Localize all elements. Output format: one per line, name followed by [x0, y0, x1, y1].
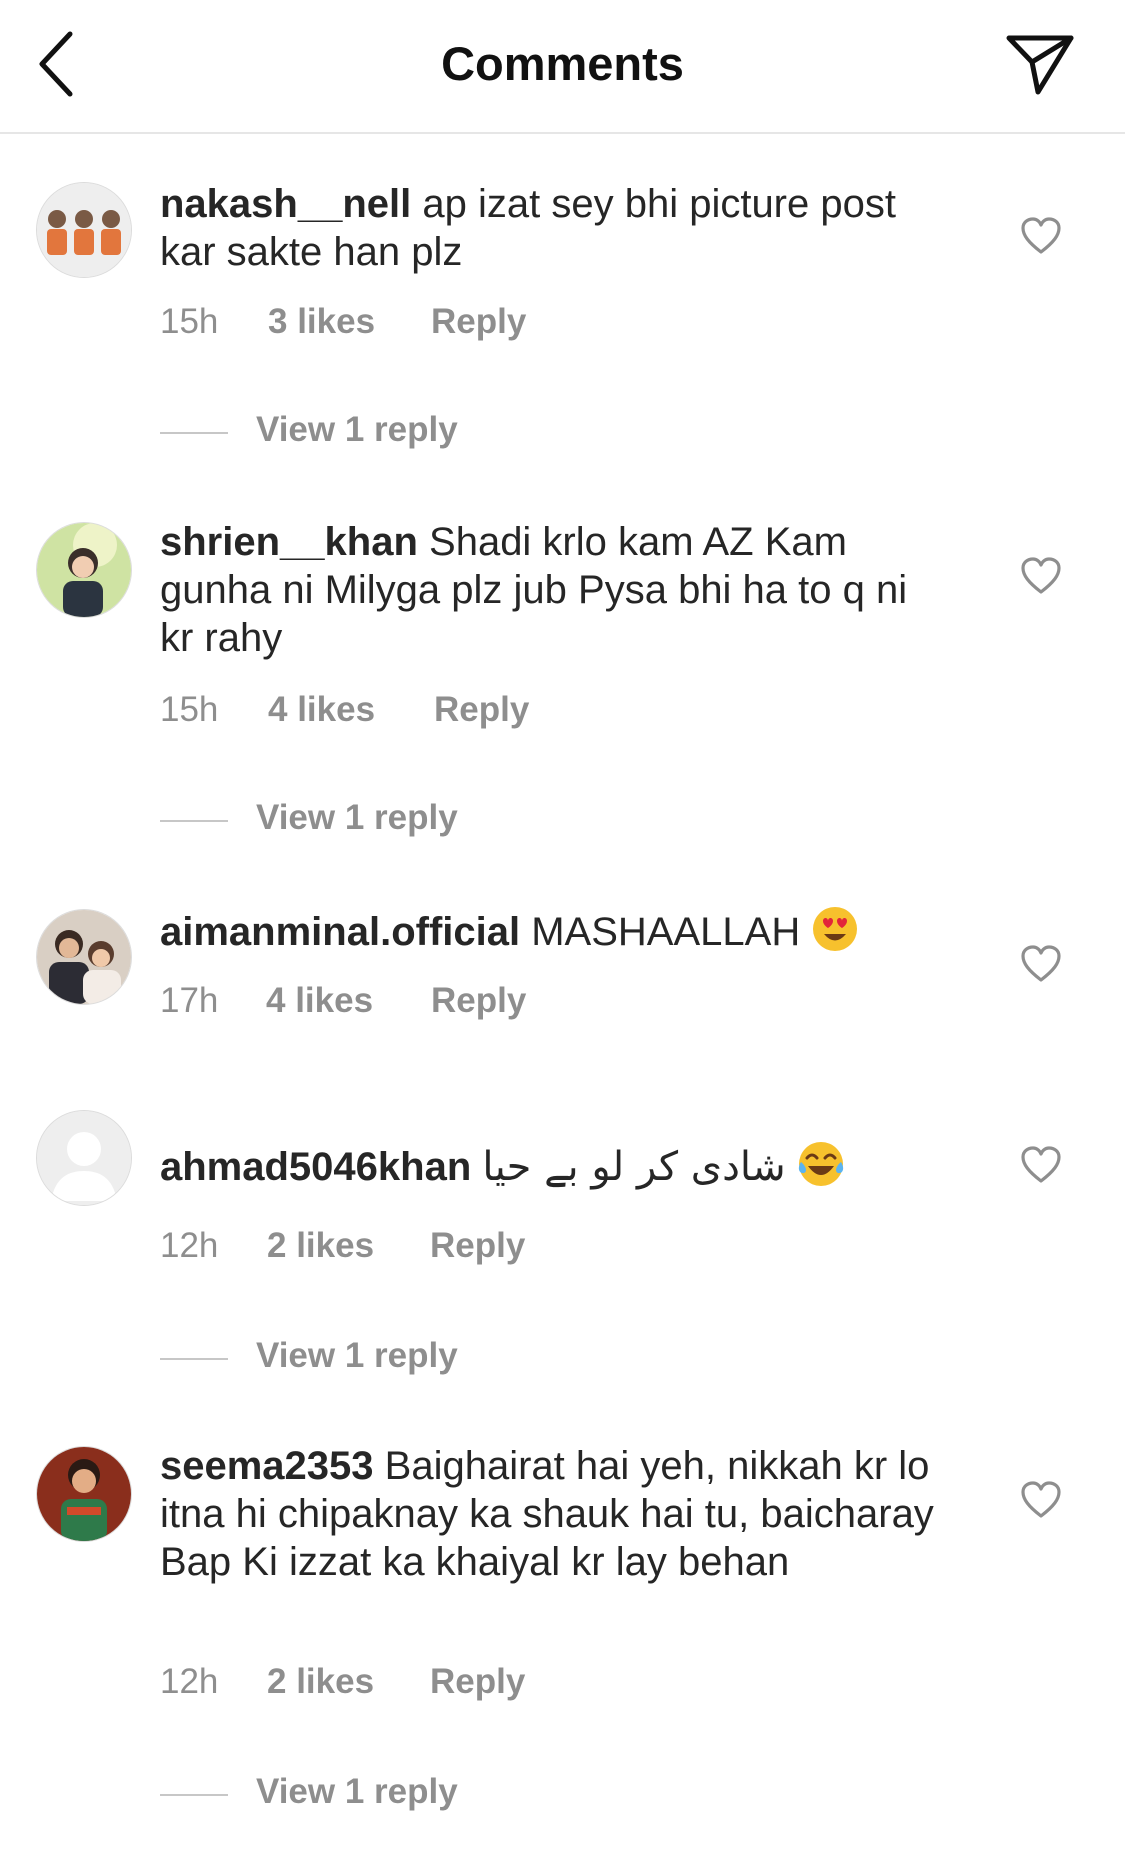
laughing-tears-emoji [798, 1142, 843, 1186]
reply-divider [160, 1358, 228, 1360]
comment-text: shrien__khan Shadi krlo kam AZ Kam gunha… [160, 518, 950, 662]
comment-text: seema2353 Baighairat hai yeh, nikkah kr … [160, 1442, 950, 1586]
reply-divider [160, 432, 228, 434]
heart-eyes-emoji [813, 907, 858, 951]
like-button[interactable] [1020, 216, 1062, 256]
heart-icon [1021, 217, 1061, 254]
avatar-image [37, 183, 131, 277]
comment-likes[interactable]: 2 likes [267, 1226, 374, 1266]
avatar-image [37, 1447, 131, 1541]
avatar-image [37, 523, 131, 617]
like-button[interactable] [1020, 556, 1062, 596]
comment-time: 15h [160, 690, 219, 729]
comment-username[interactable]: nakash__nell [160, 182, 411, 226]
reply-button[interactable]: Reply [430, 1662, 525, 1702]
comment-time: 17h [160, 981, 219, 1020]
like-button[interactable] [1020, 1480, 1062, 1520]
avatar[interactable] [36, 182, 132, 278]
heart-icon [1021, 945, 1061, 982]
view-replies-label: View 1 reply [256, 1772, 458, 1811]
comment-text: nakash__nell ap izat sey bhi picture pos… [160, 180, 950, 276]
reply-button[interactable]: Reply [430, 1226, 525, 1266]
comment-likes[interactable]: 4 likes [266, 981, 373, 1021]
reply-divider [160, 820, 228, 822]
comment-time: 12h [160, 1226, 219, 1265]
comment-time: 12h [160, 1662, 219, 1701]
comment-message: MASHAALLAH [531, 910, 801, 954]
view-replies-label: View 1 reply [256, 410, 458, 449]
like-button[interactable] [1020, 1145, 1062, 1185]
comment-username[interactable]: aimanminal.official [160, 910, 520, 954]
view-replies-label: View 1 reply [256, 798, 458, 837]
like-button[interactable] [1020, 944, 1062, 984]
comment-likes[interactable]: 3 likes [268, 302, 375, 342]
reply-divider [160, 1794, 228, 1796]
comment-text: ahmad5046khan شادی کر لو بے حیا [160, 1140, 950, 1191]
heart-icon [1021, 1146, 1061, 1183]
avatar[interactable] [36, 909, 132, 1005]
page-title: Comments [441, 37, 684, 90]
reply-button[interactable]: Reply [434, 690, 529, 730]
reply-button[interactable]: Reply [431, 981, 526, 1021]
heart-icon [1021, 1481, 1061, 1518]
avatar[interactable] [36, 522, 132, 618]
avatar[interactable] [36, 1110, 132, 1206]
avatar-image [37, 910, 131, 1004]
top-bar: Comments [0, 0, 1125, 134]
reply-button[interactable]: Reply [431, 302, 526, 342]
comment-username[interactable]: ahmad5046khan [160, 1145, 471, 1189]
paper-plane-icon [1006, 35, 1074, 95]
avatar[interactable] [36, 1446, 132, 1542]
comment-message: شادی کر لو بے حیا [482, 1144, 786, 1190]
heart-icon [1021, 557, 1061, 594]
comment-text: aimanminal.official MASHAALLAH [160, 905, 950, 956]
comment-username[interactable]: shrien__khan [160, 520, 418, 564]
view-replies-label: View 1 reply [256, 1336, 458, 1375]
comment-time: 15h [160, 302, 219, 341]
comment-likes[interactable]: 2 likes [267, 1662, 374, 1702]
default-avatar-icon [37, 1111, 131, 1205]
comment-username[interactable]: seema2353 [160, 1444, 374, 1488]
comment-likes[interactable]: 4 likes [268, 690, 375, 730]
share-button[interactable] [1004, 30, 1076, 98]
